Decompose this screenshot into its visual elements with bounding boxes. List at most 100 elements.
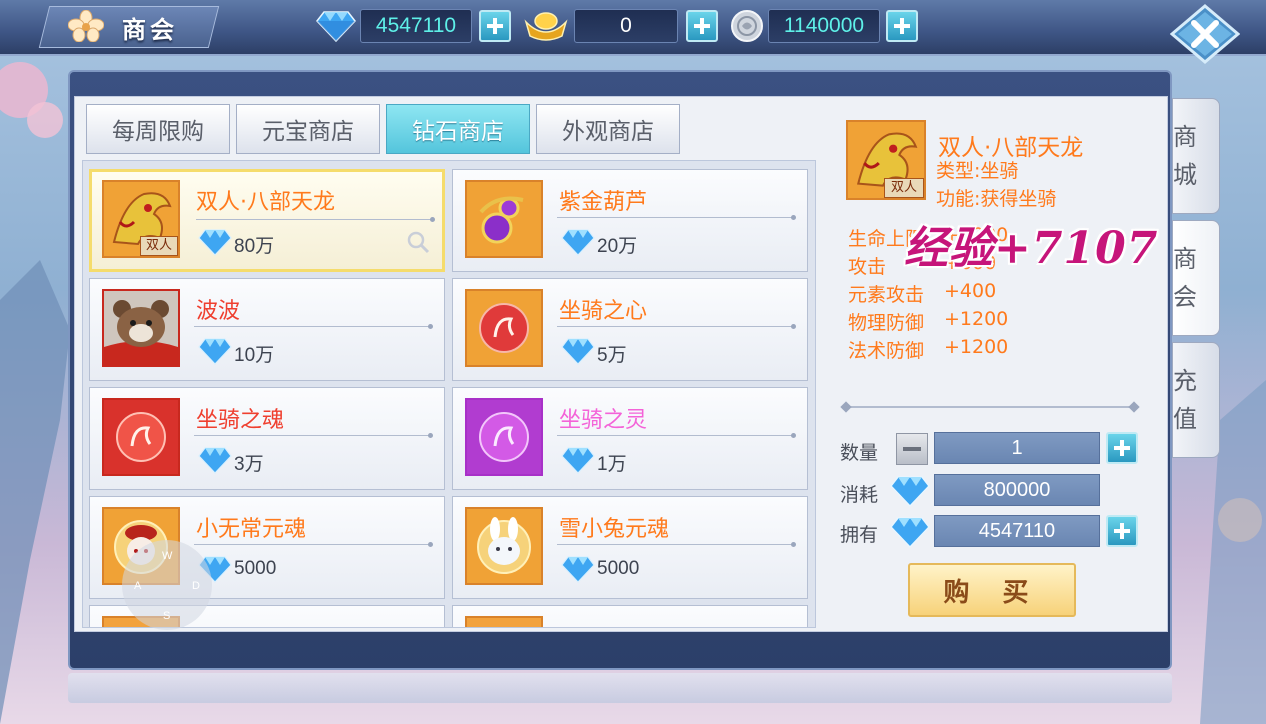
panda-mount-icon xyxy=(102,289,180,367)
page-title: 商会 xyxy=(122,16,178,44)
item-price: 10万 xyxy=(234,345,275,366)
item-price: 5000 xyxy=(234,558,277,579)
purple-gold-gourd-icon xyxy=(465,180,543,258)
add-ingots-button[interactable] xyxy=(686,10,718,42)
cost-label: 消耗 xyxy=(840,484,879,506)
diamond-icon xyxy=(561,447,595,474)
list-item[interactable]: 坐骑之心 5万 xyxy=(452,278,808,381)
diamond-icon xyxy=(198,229,232,256)
diamond-icon xyxy=(561,556,595,583)
close-icon[interactable] xyxy=(1170,4,1240,64)
item-divider xyxy=(557,324,796,329)
tab-ingot-shop[interactable]: 元宝商店 xyxy=(236,104,380,154)
stat-label: 物理防御 xyxy=(848,312,925,334)
golden-dragon-mount-icon: 双人 xyxy=(102,180,180,258)
detail-item-type: 类型:坐骑 xyxy=(936,160,1019,182)
mount-soul-orb-icon xyxy=(102,398,180,476)
diamond-icon xyxy=(561,229,595,256)
side-tab-mall[interactable]: 商城 xyxy=(1172,98,1220,214)
item-name: 波波 xyxy=(196,299,241,324)
item-price: 80万 xyxy=(234,236,275,257)
diamond-icon xyxy=(561,338,595,365)
list-item[interactable]: 雪小兔元魂 5000 xyxy=(452,496,808,599)
snow-bunny-soul-icon xyxy=(465,507,543,585)
owned-label: 拥有 xyxy=(840,524,879,546)
silver-coin-icon xyxy=(731,10,763,42)
detail-item-function: 功能:获得坐骑 xyxy=(936,188,1057,210)
owned-field: 4547110 xyxy=(934,515,1100,547)
side-tab-chamber[interactable]: 商会 xyxy=(1172,220,1220,336)
tab-weekly-limited[interactable]: 每周限购 xyxy=(86,104,230,154)
mount-heart-orb-icon xyxy=(465,289,543,367)
item-divider xyxy=(194,433,433,438)
ingot-balance: 0 xyxy=(574,9,678,43)
list-item[interactable]: 坐骑之灵 1万 xyxy=(452,387,808,490)
virtual-joystick[interactable]: W A D S xyxy=(122,540,212,630)
sakura-flower-icon xyxy=(68,10,104,42)
item-name: 坐骑之魂 xyxy=(196,408,285,433)
item-price: 20万 xyxy=(597,236,638,257)
stat-value: +1200 xyxy=(944,308,1009,330)
tab-diamond-shop[interactable]: 钻石商店 xyxy=(386,104,530,154)
silver-balance: 1140000 xyxy=(768,9,880,43)
detail-divider xyxy=(846,406,1134,408)
stat-row: 物理防御 +1200 xyxy=(848,308,1008,335)
item-price: 5000 xyxy=(597,558,640,579)
quantity-label: 数量 xyxy=(840,442,879,464)
item-divider xyxy=(194,324,433,329)
item-name: 坐骑之心 xyxy=(559,299,648,324)
list-item[interactable]: 双人 双人·八部天龙 80万 xyxy=(89,169,445,272)
gold-ingot-icon xyxy=(524,12,568,41)
item-price: 5万 xyxy=(597,345,627,366)
item-name: 紫金葫芦 xyxy=(559,190,648,215)
item-price: 1万 xyxy=(597,454,627,475)
double-rider-badge: 双人 xyxy=(884,178,924,198)
item-divider xyxy=(196,217,435,222)
item-divider xyxy=(557,542,796,547)
item-name: 坐骑之灵 xyxy=(559,408,648,433)
mount-spirit-orb-icon xyxy=(465,398,543,476)
stat-value: +1200 xyxy=(944,336,1009,358)
list-item[interactable]: 紫金葫芦 20万 xyxy=(452,169,808,272)
add-owned-diamonds-button[interactable] xyxy=(1106,515,1138,547)
cost-field: 800000 xyxy=(934,474,1100,506)
item-name: 双人·八部天龙 xyxy=(196,190,335,215)
joystick-down-label: S xyxy=(163,610,171,622)
list-item[interactable] xyxy=(452,605,808,627)
stat-label: 攻击 xyxy=(848,256,887,278)
decrease-quantity-button[interactable] xyxy=(896,433,928,465)
stat-label: 元素攻击 xyxy=(848,284,925,306)
stat-row: 元素攻击 +400 xyxy=(848,280,996,307)
item-divider xyxy=(557,433,796,438)
diamond-icon xyxy=(890,517,930,548)
diamond-icon xyxy=(198,447,232,474)
item-name: 雪小兔元魂 xyxy=(559,517,670,542)
magnifier-icon[interactable] xyxy=(406,230,430,254)
stat-row: 攻击 +600 xyxy=(848,252,996,279)
item-icon xyxy=(465,616,543,627)
buy-button[interactable]: 购 买 xyxy=(908,563,1076,617)
stat-value: +400 xyxy=(944,280,997,302)
diamond-icon xyxy=(198,338,232,365)
stat-label: 法术防御 xyxy=(848,340,925,362)
item-name: 小无常元魂 xyxy=(196,517,307,542)
item-price: 3万 xyxy=(234,454,264,475)
add-diamonds-button[interactable] xyxy=(479,10,511,42)
side-tab-recharge[interactable]: 充值 xyxy=(1172,342,1220,458)
exp-gain-popup: 经验+7107 xyxy=(904,223,1159,274)
quantity-field[interactable]: 1 xyxy=(934,432,1100,464)
increase-quantity-button[interactable] xyxy=(1106,432,1138,464)
joystick-up-label: W xyxy=(162,550,173,562)
stat-row: 法术防御 +1200 xyxy=(848,336,1008,363)
diamond-icon xyxy=(316,11,356,42)
joystick-left-label: A xyxy=(134,580,142,592)
item-divider xyxy=(557,215,796,220)
detail-item-icon: 双人 xyxy=(846,120,926,200)
double-rider-badge: 双人 xyxy=(140,236,178,256)
add-silver-button[interactable] xyxy=(886,10,918,42)
list-item[interactable]: 坐骑之魂 3万 xyxy=(89,387,445,490)
list-item[interactable]: 波波 10万 xyxy=(89,278,445,381)
panel-bottom-strip xyxy=(68,673,1172,703)
tab-appearance-shop[interactable]: 外观商店 xyxy=(536,104,680,154)
joystick-right-label: D xyxy=(192,580,200,592)
